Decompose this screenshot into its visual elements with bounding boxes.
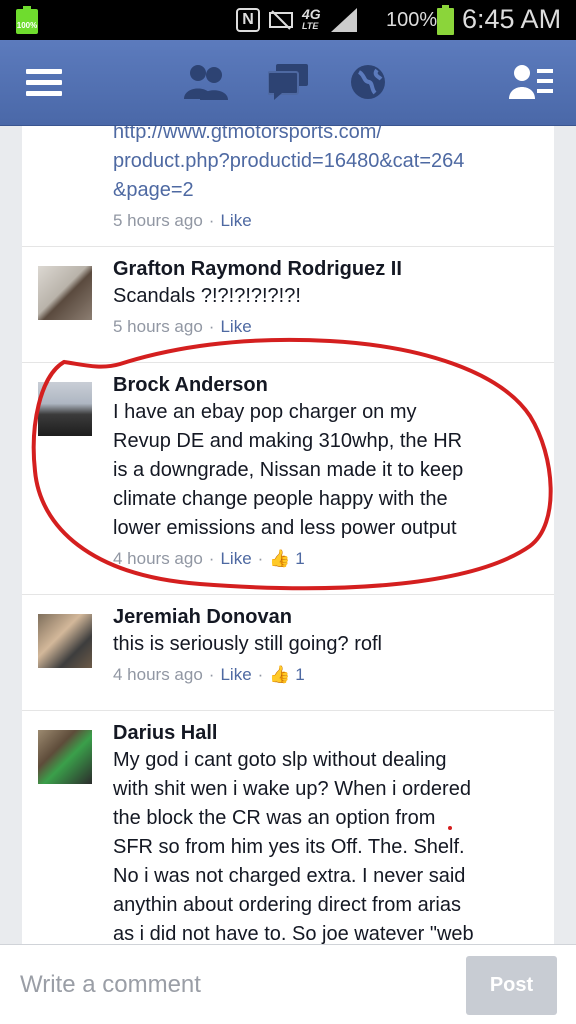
battery-left-text: 100% [16,21,38,30]
comment-text-line: No i was not charged extra. I never said [113,865,466,887]
comment-meta: 4 hours ago · Like · 👍 1 [113,665,305,684]
comment-text-line: with shit wen i wake up? When i ordered [113,778,471,800]
comment-time: 5 hours ago [113,317,203,336]
thumbs-up-icon: 👍 [269,549,291,568]
comment-meta: 5 hours ago · Like [113,211,252,230]
network-type: 4G LTE [302,7,321,32]
comment-text: this is seriously still going? rofl [113,633,382,655]
divider [22,362,554,363]
comment-text-line: My god i cant goto slp without dealing [113,749,447,771]
nfc-icon: N [236,8,260,32]
divider [22,246,554,247]
comment-text-line: anythin about ordering direct from arias [113,894,461,916]
link-line: product.php?productid=16480&cat=264 [113,150,465,172]
thumbs-up-icon: 👍 [269,665,291,684]
friend-requests-button[interactable] [184,60,228,104]
like-count[interactable]: 👍 1 [269,665,304,684]
app-header [0,40,576,126]
like-link[interactable]: Like [220,317,251,336]
comment-text-line: the block the CR was an option from [113,807,436,829]
like-count[interactable]: 👍 1 [269,549,304,568]
like-count-value: 1 [295,549,305,568]
comment-author[interactable]: Grafton Raymond Rodriguez II [113,256,523,282]
notifications-globe-icon [351,65,385,99]
comments-card: http://www.gtmotorsports.com/ product.ph… [22,126,554,944]
avatar[interactable] [38,266,92,320]
signal-icon [330,8,357,32]
comment-body: Brock Anderson I have an ebay pop charge… [113,372,523,572]
comment-time: 4 hours ago [113,665,203,684]
link-line: &page=2 [113,179,194,201]
comment-author[interactable]: Jeremiah Donovan [113,604,523,630]
messages-button[interactable] [268,60,308,104]
divider [22,710,554,711]
avatar[interactable] [38,382,92,436]
like-count-value: 1 [295,665,305,684]
contacts-icon [509,65,553,99]
like-link[interactable]: Like [220,665,251,684]
menu-icon [26,69,62,96]
comment-time: 4 hours ago [113,549,203,568]
status-bar: 100% N 4G LTE 100% 6:45 AM [0,0,576,40]
comment-text-line: is a downgrade, Nissan made it to keep [113,459,464,481]
post-button[interactable]: Post [466,956,557,1015]
avatar[interactable] [38,614,92,668]
comment-text: My god i cant goto slp without dealing w… [113,746,523,944]
comment-author[interactable]: Darius Hall [113,720,523,746]
comment-meta: 5 hours ago · Like [113,317,252,336]
link-line: http://www.gtmotorsports.com/ [113,126,382,143]
status-icons: N 4G LTE [236,6,359,34]
mute-icon [269,10,293,30]
comment-link[interactable]: http://www.gtmotorsports.com/ product.ph… [113,126,523,205]
contacts-button[interactable] [508,60,556,104]
messages-icon [268,64,308,100]
network-sub-label: LTE [302,21,319,31]
battery-icon [437,5,454,35]
comment-body: http://www.gtmotorsports.com/ product.ph… [113,126,523,234]
clock: 6:45 AM [462,4,562,34]
comment-text: I have an ebay pop charger on my Revup D… [113,398,523,543]
like-link[interactable]: Like [220,211,251,230]
battery-percent: 100% [386,9,438,31]
notifications-button[interactable] [348,60,388,104]
avatar[interactable] [38,730,92,784]
comment-text-line: SFR so from him yes its Off. The. Shelf. [113,836,465,858]
comment-text-line: climate change people happy with the [113,488,448,510]
friend-requests-icon [184,65,228,100]
compose-bar: Post [0,944,576,1024]
comment-body: Darius Hall My god i cant goto slp witho… [113,720,523,944]
comment-text-line: lower emissions and less power output [113,517,457,539]
comment-author[interactable]: Brock Anderson [113,372,523,398]
comment-body: Grafton Raymond Rodriguez II Scandals ?!… [113,256,523,340]
menu-button[interactable] [24,60,64,104]
divider [22,594,554,595]
comment-time: 5 hours ago [113,211,203,230]
comment-meta: 4 hours ago · Like · 👍 1 [113,549,305,568]
comment-body: Jeremiah Donovan this is seriously still… [113,604,523,688]
comment-text: Scandals ?!?!?!?!?!?! [113,285,301,307]
comment-text-line: as i did not have to. So joe watever "we… [113,923,474,944]
like-link[interactable]: Like [220,549,251,568]
comments-feed[interactable]: http://www.gtmotorsports.com/ product.ph… [0,126,576,944]
comment-input[interactable] [20,969,440,1001]
comment-text-line: I have an ebay pop charger on my [113,401,417,423]
comment-text-line: Revup DE and making 310whp, the HR [113,430,463,452]
battery-charging-icon: 100% [16,6,38,34]
